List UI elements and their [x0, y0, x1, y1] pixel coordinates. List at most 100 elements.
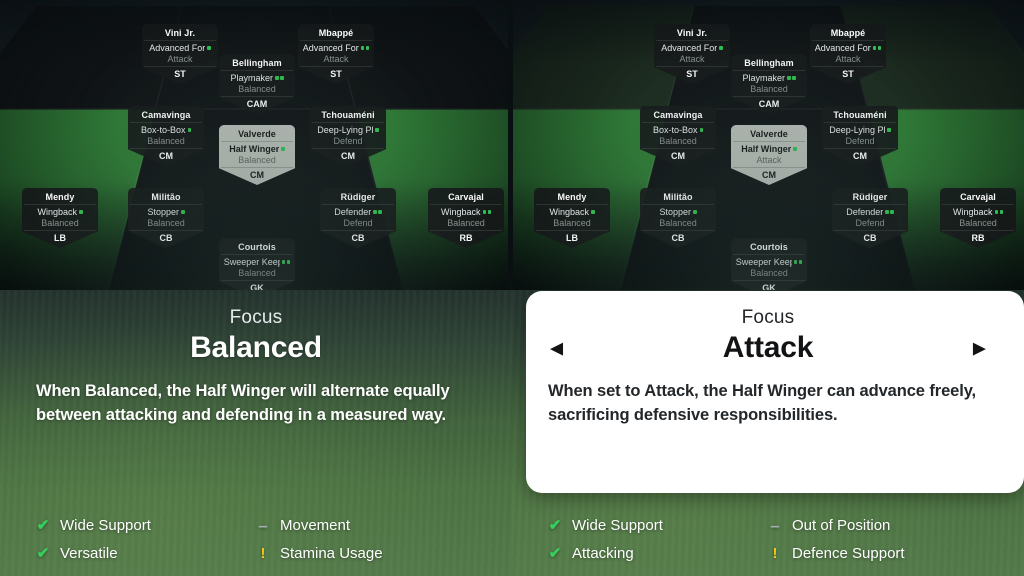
player-card[interactable]: Tchouaméni Deep-Lying PlaymakerDefend CM: [822, 106, 898, 166]
role-familiarity-pips: [281, 260, 291, 264]
player-card[interactable]: Mendy Wingback Balanced LB: [534, 188, 610, 248]
tactics-pitch: Vini Jr.Advanced ForwardAttackSTMbappéAd…: [0, 0, 512, 290]
player-name: Militão: [151, 192, 181, 202]
pitch-zone[interactable]: [98, 109, 414, 290]
player-role: Wingback: [37, 207, 77, 217]
role-pip: [365, 46, 370, 50]
pitch-zone[interactable]: [0, 109, 157, 290]
player-position: ST: [144, 66, 216, 80]
role-familiarity-pips: [275, 76, 284, 80]
player-role-row: Deep-Lying Playmaker: [824, 122, 896, 136]
pitch-zone-grid: [512, 6, 1024, 290]
role-pip: [181, 210, 185, 214]
player-role-row: Wingback: [536, 204, 608, 218]
player-focus: Attack: [167, 54, 193, 64]
player-role: Advanced Forward: [149, 43, 206, 53]
role-pip: [699, 128, 704, 132]
role-familiarity-pips: [787, 76, 796, 80]
player-card[interactable]: Rüdiger Defender Defend CB: [320, 188, 396, 248]
trait-item: – Out of Position: [768, 517, 988, 534]
player-name: Vini Jr.: [676, 28, 708, 38]
player-position: CAM: [221, 96, 293, 110]
exclamation-icon: !: [772, 545, 778, 562]
player-name: Bellingham: [744, 58, 794, 68]
player-card[interactable]: Bellingham Playmaker Balanced CAM: [219, 54, 295, 114]
player-focus: Balanced: [959, 218, 997, 228]
role-pip: [999, 210, 1003, 214]
pitch-zone[interactable]: [512, 109, 669, 290]
player-focus: Attack: [323, 54, 349, 64]
player-card[interactable]: Courtois Sweeper KeeperBalanced GK: [731, 238, 807, 290]
role-pip: [994, 210, 998, 214]
focus-value[interactable]: Attack: [723, 331, 814, 365]
player-card[interactable]: Militão Stopper Balanced CB: [640, 188, 716, 248]
pitch-zone[interactable]: [867, 109, 1024, 290]
player-card[interactable]: Valverde Half Winger Attack CM: [731, 125, 807, 185]
pitch-zone[interactable]: [841, 6, 1024, 110]
player-name: Valverde: [238, 129, 276, 139]
role-familiarity-pips: [699, 128, 704, 132]
player-card[interactable]: Carvajal Wingback Balanced RB: [940, 188, 1016, 248]
prev-focus-arrow-icon[interactable]: ◀: [550, 340, 563, 357]
player-card[interactable]: Camavinga Box-to-Box Balanced CM: [640, 106, 716, 166]
role-familiarity-pips: [360, 46, 370, 50]
player-role: Playmaker: [230, 73, 273, 83]
focus-value[interactable]: Balanced: [190, 331, 322, 365]
player-card[interactable]: Bellingham Playmaker Balanced CAM: [731, 54, 807, 114]
focus-info-content: Focus Balanced When Balanced, the Half Win…: [0, 307, 512, 427]
trait-label: Movement: [280, 517, 351, 534]
focus-info-panel: Focus Balanced When Balanced, the Half Win…: [0, 290, 512, 576]
pitch-zone[interactable]: [610, 109, 926, 290]
player-role-row: Wingback: [24, 204, 96, 218]
player-card[interactable]: Mbappé Advanced ForwardAttack ST: [298, 24, 374, 84]
player-name: Tchouaméni: [321, 110, 375, 120]
pitch-zone[interactable]: [329, 6, 512, 110]
pitch-zone[interactable]: [355, 109, 512, 290]
pitch-zone[interactable]: [156, 6, 356, 110]
player-card[interactable]: Rüdiger Defender Defend CB: [832, 188, 908, 248]
tactics-pitch: Vini Jr.Advanced ForwardAttackST MbappéAd…: [512, 0, 1024, 290]
player-position: GK: [733, 280, 805, 290]
role-familiarity-pips: [887, 128, 891, 132]
player-position: RB: [942, 230, 1014, 244]
player-role: Stopper: [147, 207, 180, 217]
player-focus: Balanced: [659, 218, 697, 228]
player-position: CM: [312, 148, 384, 162]
player-card[interactable]: Militão Stopper Balanced CB: [128, 188, 204, 248]
player-focus: Defend: [343, 218, 373, 228]
player-name: Camavinga: [653, 110, 703, 120]
player-focus: Attack: [679, 54, 705, 64]
player-role-row: Half Winger: [733, 141, 805, 155]
player-card[interactable]: Vini Jr. Advanced ForwardAttack ST: [142, 24, 218, 84]
player-name: Camavinga: [141, 110, 191, 120]
trait-item: ! Stamina Usage: [256, 545, 476, 562]
role-pip: [787, 76, 791, 80]
player-role-row: Box-to-Box: [130, 122, 202, 136]
player-position: LB: [24, 230, 96, 244]
player-role: Sweeper Keeper: [223, 257, 280, 267]
player-card[interactable]: Tchouaméni Deep-Lying PlaymakerDefend CM: [310, 106, 386, 166]
next-focus-arrow-icon[interactable]: ▶: [973, 340, 986, 357]
role-familiarity-pips: [994, 210, 1003, 214]
trait-label: Wide Support: [60, 517, 151, 534]
player-focus: Balanced: [750, 84, 788, 94]
player-card[interactable]: Valverde Half Winger Balanced CM: [219, 125, 295, 185]
pitch-zone[interactable]: [668, 6, 868, 110]
player-card[interactable]: Camavinga Box-to-Box Balanced CM: [128, 106, 204, 166]
player-card[interactable]: Carvajal Wingback Balanced RB: [428, 188, 504, 248]
player-card[interactable]: Vini Jr. Advanced ForwardAttack ST: [654, 24, 730, 84]
focus-value-row: ◀ ▶ Attack: [548, 331, 988, 365]
player-role: Sweeper Keeper: [735, 257, 792, 267]
pitch-zone[interactable]: [512, 6, 695, 110]
role-pip: [719, 46, 723, 50]
player-card[interactable]: Courtois Sweeper KeeperBalanced GK: [219, 238, 295, 290]
trait-item: ✔ Attacking: [548, 545, 768, 562]
trait-list: ✔ Wide Support – Movement ✔ Versatile! Stamina…: [0, 517, 512, 562]
player-role: Wingback: [440, 207, 481, 217]
player-card[interactable]: Mendy Wingback Balanced LB: [22, 188, 98, 248]
pitch-vignette: [0, 0, 512, 290]
player-role-row: Playmaker: [221, 70, 293, 84]
player-card[interactable]: Mbappé Advanced ForwardAttack ST: [810, 24, 886, 84]
player-role-row: Defender: [322, 204, 394, 218]
pitch-zone[interactable]: [0, 6, 183, 110]
